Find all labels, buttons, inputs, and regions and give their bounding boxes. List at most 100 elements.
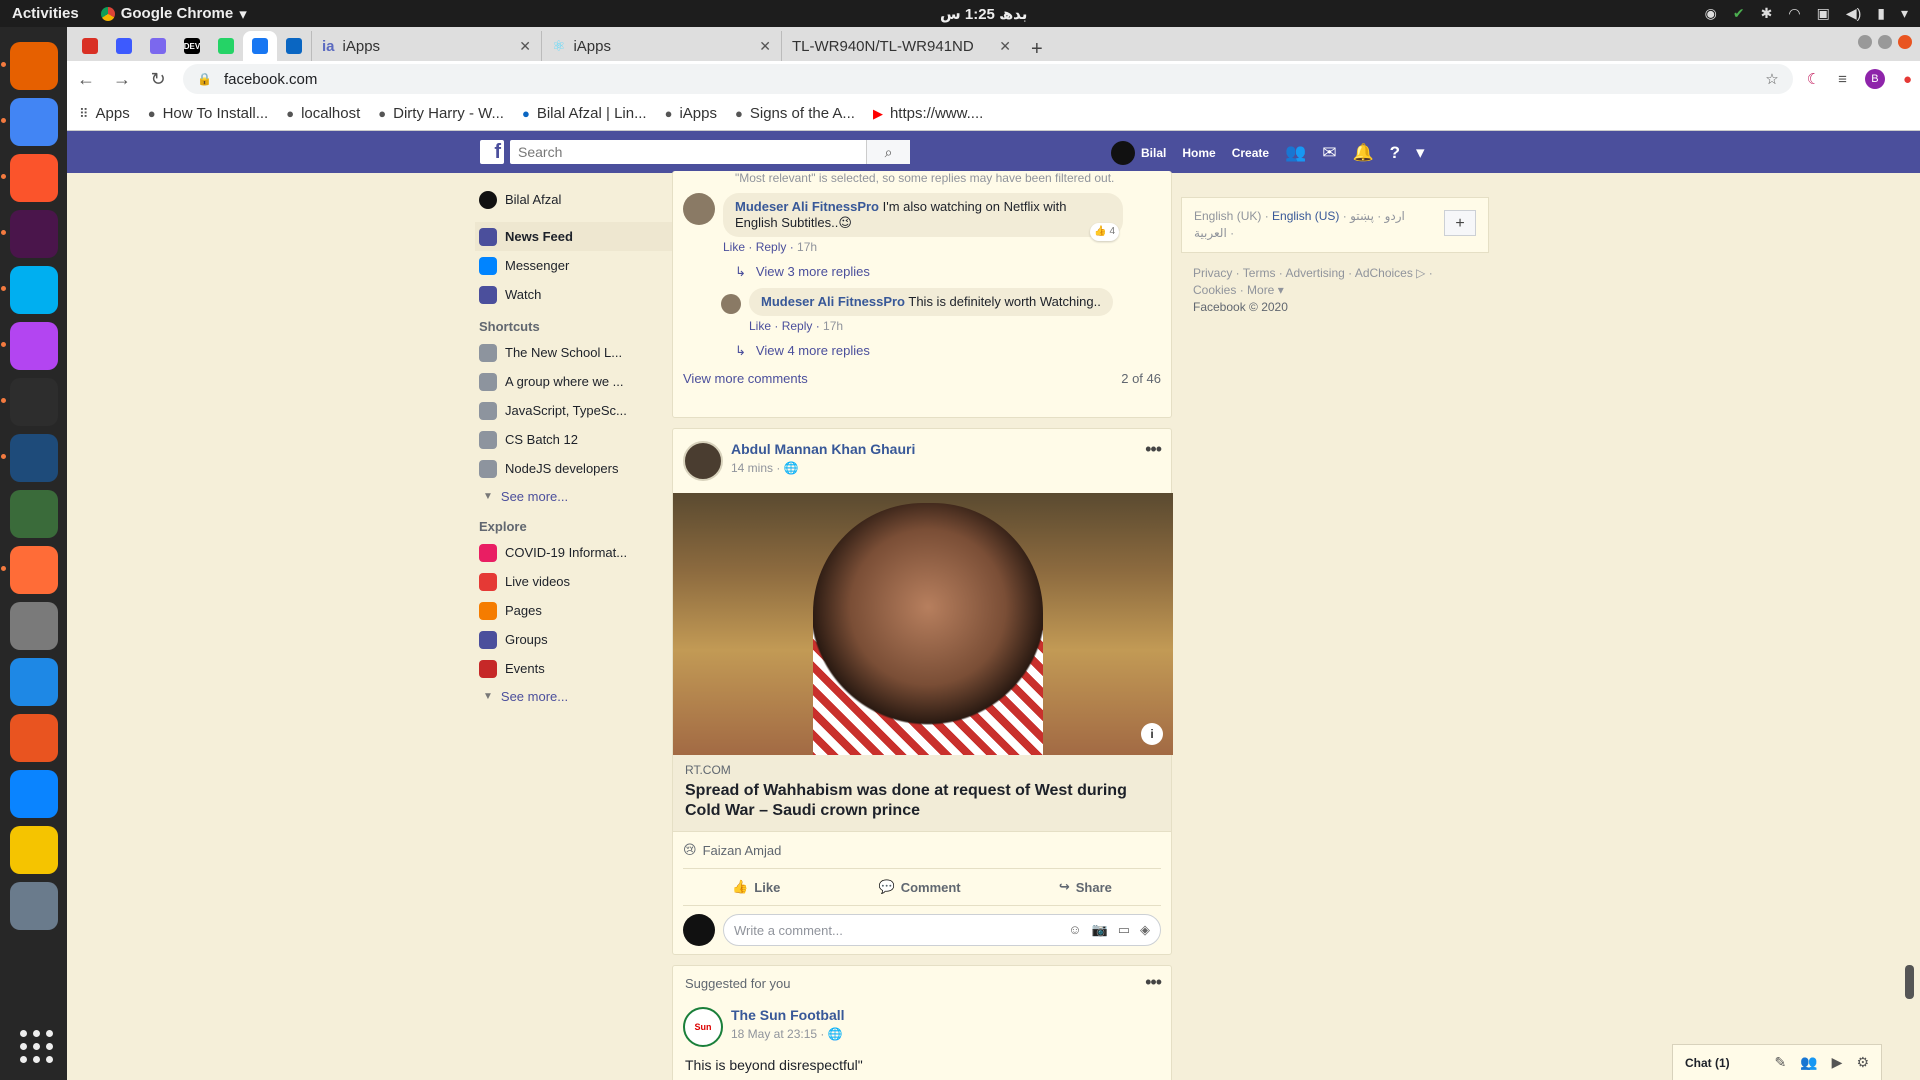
reactions-summary[interactable]: 😢 Faizan Amjad — [683, 832, 1161, 869]
notifications-icon[interactable]: 🔔 — [1352, 143, 1373, 163]
address-bar[interactable]: 🔒 facebook.com ☆ — [183, 64, 1793, 94]
forward-button[interactable]: → — [111, 69, 133, 90]
battery-icon[interactable]: ▮ — [1877, 5, 1885, 22]
post-time[interactable]: 18 May at 23:15 · 🌐 — [731, 1027, 845, 1041]
facebook-logo[interactable]: f — [480, 140, 504, 164]
clock[interactable]: بدھ 1:25 س — [940, 5, 1027, 23]
bookmark-item[interactable]: ● How To Install... — [148, 105, 268, 122]
chrome-icon[interactable] — [0, 98, 58, 146]
bookmark-item[interactable]: ● Dirty Harry - W... — [378, 105, 504, 122]
like-link[interactable]: Like — [723, 240, 745, 254]
lang-us[interactable]: English (US) — [1272, 209, 1339, 223]
software-center-icon[interactable] — [9, 714, 58, 762]
bookmark-item[interactable]: ● iApps — [665, 105, 717, 122]
new-group-icon[interactable]: 👥 — [1800, 1054, 1817, 1071]
avatar[interactable] — [721, 294, 741, 314]
back-button[interactable]: ← — [75, 69, 97, 90]
like-button[interactable]: 👍 Like — [732, 879, 780, 895]
reaction-count[interactable]: 👍 4 — [1090, 223, 1119, 241]
close-window-button[interactable] — [1898, 35, 1912, 49]
new-message-icon[interactable]: ✎ — [1774, 1054, 1786, 1071]
reply-link[interactable]: Reply — [756, 240, 787, 254]
system-tray[interactable]: ◉ ✔ ✱ ◠ ▣ ◀) ▮ ▾ — [1705, 5, 1908, 22]
mysql-workbench-icon[interactable] — [0, 434, 58, 482]
sticker-icon[interactable]: ◈ — [1140, 922, 1150, 938]
close-tab-icon[interactable]: ✕ — [999, 38, 1011, 55]
terminal-icon[interactable] — [0, 378, 58, 426]
show-applications-button[interactable] — [10, 1020, 58, 1068]
like-link[interactable]: Like — [749, 319, 771, 333]
comment-button[interactable]: 💬 Comment — [879, 879, 961, 895]
comment-time[interactable]: 17h — [823, 319, 843, 333]
commenter-name[interactable]: Mudeser Ali FitnessPro — [735, 199, 879, 214]
minimize-button[interactable] — [1858, 35, 1872, 49]
post-author[interactable]: Abdul Mannan Khan Ghauri — [731, 441, 915, 457]
help-icon[interactable]: ? — [1390, 143, 1400, 163]
write-comment-input[interactable]: Write a comment... ☺ 📷 ▭ ◈ — [723, 914, 1161, 946]
rhythmbox-icon[interactable] — [9, 826, 58, 874]
avatar[interactable] — [683, 193, 715, 225]
star-icon[interactable]: ☆ — [1765, 70, 1778, 88]
footer-links-2[interactable]: Cookies · More ▾ — [1193, 282, 1489, 299]
pinned-tab-gmail[interactable] — [73, 31, 107, 61]
info-icon[interactable]: i — [1141, 723, 1163, 745]
thunderbird-icon[interactable] — [9, 770, 58, 818]
close-tab-icon[interactable]: ✕ — [759, 38, 771, 55]
settings-icon[interactable]: ⚙ — [1856, 1054, 1869, 1071]
wifi-icon[interactable]: ◠ — [1788, 5, 1800, 22]
gif-icon[interactable]: ▭ — [1118, 922, 1130, 938]
media-controls-icon[interactable]: ≡ — [1838, 71, 1847, 88]
bookmark-item[interactable]: ● Bilal Afzal | Lin... — [522, 105, 647, 122]
post-options-icon[interactable]: ••• — [1145, 439, 1162, 460]
link-preview[interactable]: RT.COM Spread of Wahhabism was done at r… — [673, 755, 1171, 832]
chat-bar[interactable]: Chat (1) ✎ 👥 ▶ ⚙ — [1672, 1044, 1882, 1080]
record-icon[interactable]: ◉ — [1705, 5, 1717, 22]
screenshot-icon[interactable] — [9, 882, 58, 930]
post-image[interactable]: i — [673, 493, 1173, 755]
skype-icon[interactable] — [0, 266, 58, 314]
share-button[interactable]: ↪ Share — [1059, 879, 1112, 895]
tab-iapps-2[interactable]: ⚛ iApps ✕ — [541, 31, 781, 61]
page-scrollbar[interactable] — [1902, 133, 1916, 1080]
pinned-tab-linkedin[interactable] — [277, 31, 311, 61]
new-tab-button[interactable]: + — [1021, 38, 1053, 61]
lang-uk[interactable]: English (UK) — [1194, 209, 1261, 223]
postman-icon[interactable] — [0, 546, 58, 594]
pinned-tab-whatsapp[interactable] — [209, 31, 243, 61]
view-more-comments-link[interactable]: View more comments — [683, 371, 808, 386]
add-language-button[interactable]: + — [1444, 210, 1476, 236]
pinned-tab-jira[interactable] — [107, 31, 141, 61]
slack-tray-icon[interactable]: ✱ — [1761, 5, 1773, 22]
volume-icon[interactable]: ◀) — [1846, 5, 1861, 22]
reload-button[interactable]: ↻ — [147, 69, 169, 90]
bookmark-item[interactable]: ▶ https://www.... — [873, 105, 983, 122]
page-name[interactable]: The Sun Football — [731, 1007, 845, 1023]
bookmark-item[interactable]: ● Signs of the A... — [735, 105, 855, 122]
lang-others[interactable]: · اردو · پښتو — [1343, 209, 1405, 223]
activities-button[interactable]: Activities — [12, 5, 79, 22]
lock-icon[interactable]: ▣ — [1817, 5, 1830, 22]
post-time[interactable]: 14 mins · 🌐 — [731, 461, 915, 475]
files-icon[interactable] — [9, 602, 58, 650]
post-options-icon[interactable]: ••• — [1145, 972, 1162, 993]
scrollbar-thumb[interactable] — [1905, 965, 1914, 999]
pinned-tab-facebook[interactable] — [243, 31, 277, 61]
phpstorm-icon[interactable] — [0, 322, 58, 370]
profile-avatar[interactable]: B — [1864, 69, 1885, 89]
pinned-tab-dev[interactable]: DEV — [175, 31, 209, 61]
lang-arabic[interactable]: العربية · — [1194, 226, 1234, 240]
camera-icon[interactable]: 📷 — [1092, 922, 1108, 938]
fb-search-input[interactable]: Search ⌕ — [510, 140, 910, 164]
page-avatar[interactable]: Sun — [683, 1007, 723, 1047]
maximize-button[interactable] — [1878, 35, 1892, 49]
brave-icon[interactable] — [0, 154, 58, 202]
tab-router[interactable]: TL-WR940N/TL-WR941ND ✕ — [781, 31, 1021, 61]
firefox-icon[interactable] — [0, 42, 58, 90]
comment-time[interactable]: 17h — [797, 240, 817, 254]
pinned-tab-clickup[interactable] — [141, 31, 175, 61]
shield-check-icon[interactable]: ✔ — [1733, 5, 1745, 22]
footer-links[interactable]: Privacy · Terms · Advertising · AdChoice… — [1193, 265, 1489, 282]
close-tab-icon[interactable]: ✕ — [519, 38, 531, 55]
app-menu[interactable]: Google Chrome ▾ — [100, 5, 247, 23]
commenter-name[interactable]: Mudeser Ali FitnessPro — [761, 294, 905, 309]
